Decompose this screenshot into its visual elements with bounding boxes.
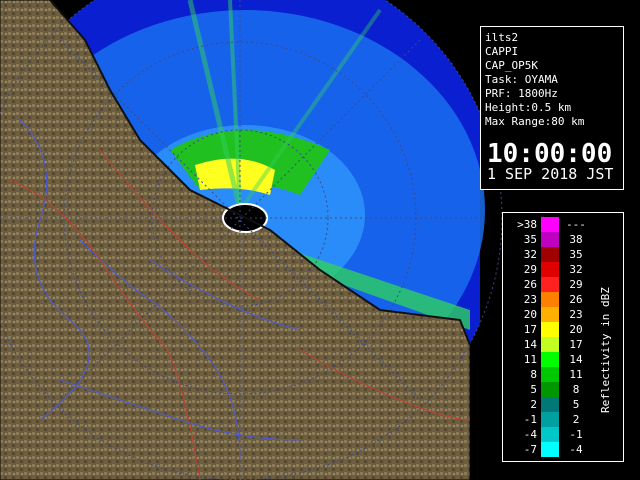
- legend-row: 14 17: [503, 337, 593, 352]
- site-name: ilts2: [485, 31, 519, 44]
- legend-swatch: [541, 427, 559, 442]
- legend-swatch: [541, 307, 559, 322]
- legend-swatch: [541, 292, 559, 307]
- legend-swatch: [541, 322, 559, 337]
- legend-min: 8: [530, 368, 537, 381]
- legend-max: 26: [569, 293, 583, 306]
- legend-max: 17: [569, 338, 583, 351]
- height-value: Height:0.5 km: [485, 101, 572, 114]
- legend-row: 32 35: [503, 247, 593, 262]
- legend-swatch: [541, 337, 559, 352]
- legend-min: 20: [523, 308, 537, 321]
- legend-row: 35 38: [503, 232, 593, 247]
- legend-row: >38 ---: [503, 217, 593, 232]
- legend-max: -4: [569, 443, 583, 456]
- legend-max: 35: [569, 248, 583, 261]
- legend-title: Reflectivity in dBZ: [599, 287, 612, 413]
- task-name: Task: OYAMA: [485, 73, 558, 86]
- max-range-value: Max Range:80 km: [485, 115, 585, 128]
- reflectivity-legend: Reflectivity in dBZ >38 --- 35 38 32 35 29 32 26…: [502, 212, 624, 462]
- legend-swatch: [541, 442, 559, 457]
- legend-max: 2: [572, 413, 580, 426]
- legend-max: 20: [569, 323, 583, 336]
- legend-max: 29: [569, 278, 583, 291]
- legend-max: ---: [566, 218, 586, 231]
- legend-min: 17: [523, 323, 537, 336]
- legend-swatch: [541, 217, 559, 232]
- legend-max: 11: [569, 368, 583, 381]
- legend-row: 23 26: [503, 292, 593, 307]
- product-name: CAPPI: [485, 45, 519, 58]
- legend-row: 8 11: [503, 367, 593, 382]
- legend-row: 17 20: [503, 322, 593, 337]
- legend-row: 26 29: [503, 277, 593, 292]
- legend-min: >38: [517, 218, 537, 231]
- legend-row: 11 14: [503, 352, 593, 367]
- legend-swatch: [541, 232, 559, 247]
- legend-max: 5: [572, 398, 580, 411]
- legend-max: 14: [569, 353, 583, 366]
- legend-min: 35: [523, 233, 537, 246]
- legend-swatch: [541, 262, 559, 277]
- legend-swatch: [541, 247, 559, 262]
- legend-row: 20 23: [503, 307, 593, 322]
- legend-min: 5: [530, 383, 537, 396]
- info-panel: ilts2 CAPPI CAP_OP5K Task: OYAMA PRF: 18…: [480, 26, 624, 190]
- legend-min: 26: [523, 278, 537, 291]
- legend-min: 2: [530, 398, 537, 411]
- legend-min: -4: [523, 428, 537, 441]
- legend-max: -1: [569, 428, 583, 441]
- legend-max: 23: [569, 308, 583, 321]
- prf-value: PRF: 1800Hz: [485, 87, 558, 100]
- legend-min: 14: [523, 338, 537, 351]
- legend-swatch: [541, 277, 559, 292]
- legend-swatch: [541, 367, 559, 382]
- legend-row: -1 2: [503, 412, 593, 427]
- legend-min: 32: [523, 248, 537, 261]
- legend-row: 29 32: [503, 262, 593, 277]
- legend-row: 58: [503, 382, 593, 397]
- legend-swatch: [541, 352, 559, 367]
- legend-swatch: [541, 397, 559, 412]
- legend-max: 8: [572, 383, 580, 396]
- legend-min: 29: [523, 263, 537, 276]
- scan-name: CAP_OP5K: [485, 59, 538, 72]
- date-display: 1 SEP 2018 JST: [487, 165, 614, 183]
- legend-swatch: [541, 382, 559, 397]
- legend-swatch: [541, 412, 559, 427]
- legend-max: 32: [569, 263, 583, 276]
- legend-min: 11: [523, 353, 537, 366]
- legend-row: 25: [503, 397, 593, 412]
- legend-max: 38: [569, 233, 583, 246]
- legend-min: -7: [523, 443, 537, 456]
- legend-min: 23: [523, 293, 537, 306]
- legend-row: -4 -1: [503, 427, 593, 442]
- legend-row: -7 -4: [503, 442, 593, 457]
- legend-min: -1: [523, 413, 537, 426]
